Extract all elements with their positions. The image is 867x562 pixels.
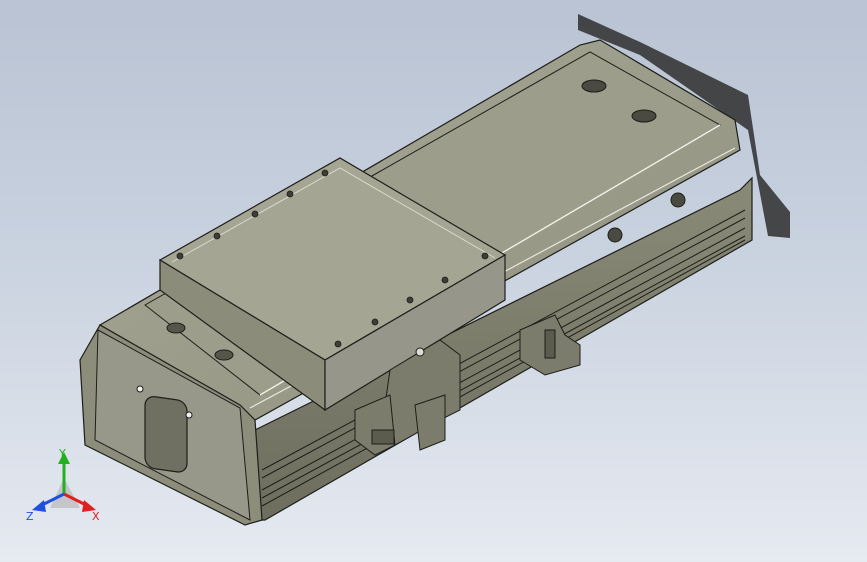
graphics-viewport[interactable]: Y X Z — [0, 0, 867, 562]
triad-y-label: Y — [58, 448, 66, 460]
side-hole-1 — [607, 227, 623, 243]
front-top-hole-2 — [214, 349, 234, 361]
front-top-hole-1 — [166, 322, 186, 334]
triad-z-label: Z — [26, 510, 34, 523]
front-cap-window — [144, 396, 188, 473]
linear-actuator-model[interactable] — [0, 0, 867, 562]
coordinate-triad: Y X Z — [22, 447, 112, 528]
front-cap-hole-1 — [136, 385, 144, 393]
front-cap-hole-2 — [185, 411, 193, 419]
end-hole-1 — [581, 79, 607, 93]
triad-z-arrow — [32, 500, 46, 512]
end-hole-2 — [631, 109, 657, 123]
triad-x-label: X — [92, 510, 100, 523]
side-hole-2 — [670, 192, 686, 208]
